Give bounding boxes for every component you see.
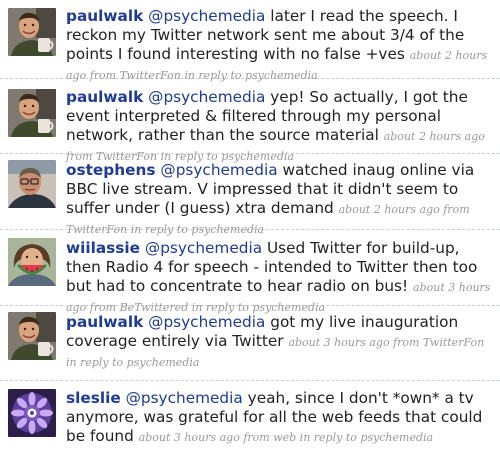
tweet-mention-link[interactable]: @psychemedia <box>148 88 265 106</box>
tweet-mention-link[interactable]: @psychemedia <box>148 313 265 331</box>
man-with-mug-avatar[interactable] <box>8 89 56 137</box>
tweet-item: sleslie @psychemedia yeah, since I don't… <box>0 381 500 458</box>
tweet-author-link[interactable]: paulwalk <box>66 7 143 25</box>
tweet-mention-link[interactable]: @psychemedia <box>145 239 262 257</box>
man-with-mug-avatar[interactable] <box>8 312 56 360</box>
tweet-item: paulwalk @psychemedia yep! So actually, … <box>0 79 500 163</box>
tweet-text-block: paulwalk @psychemedia later I read the s… <box>66 7 494 85</box>
man-with-mug-avatar[interactable] <box>8 8 56 56</box>
tweet-mention-link[interactable]: @psychemedia <box>160 161 277 179</box>
tweet-item: paulwalk @psychemedia got my live inaugu… <box>0 306 500 381</box>
tweet-item: paulwalk @psychemedia later I read the s… <box>0 0 500 82</box>
tweet-item: wiilassie @psychemedia Used Twitter for … <box>0 230 500 314</box>
man-with-glasses-avatar[interactable] <box>8 160 56 208</box>
tweet-author-link[interactable]: paulwalk <box>66 88 143 106</box>
tweet-mention-link[interactable]: @psychemedia <box>126 389 243 407</box>
tweet-timeline: paulwalk @psychemedia later I read the s… <box>0 0 500 458</box>
purple-mandala-avatar[interactable] <box>8 389 56 437</box>
tweet-text-block: sleslie @psychemedia yeah, since I don't… <box>66 389 494 447</box>
tweet-author-link[interactable]: wiilassie <box>66 239 140 257</box>
woman-with-watermelon-avatar[interactable] <box>8 238 56 286</box>
tweet-author-link[interactable]: ostephens <box>66 161 156 179</box>
tweet-text-block: paulwalk @psychemedia got my live inaugu… <box>66 313 494 372</box>
tweet-meta: about 3 hours ago from web in reply to p… <box>138 431 434 444</box>
tweet-text-block: ostephens @psychemedia watched inaug onl… <box>66 161 494 239</box>
tweet-author-link[interactable]: paulwalk <box>66 313 143 331</box>
tweet-mention-link[interactable]: @psychemedia <box>148 7 265 25</box>
tweet-author-link[interactable]: sleslie <box>66 389 121 407</box>
tweet-item: ostephens @psychemedia watched inaug onl… <box>0 154 500 236</box>
